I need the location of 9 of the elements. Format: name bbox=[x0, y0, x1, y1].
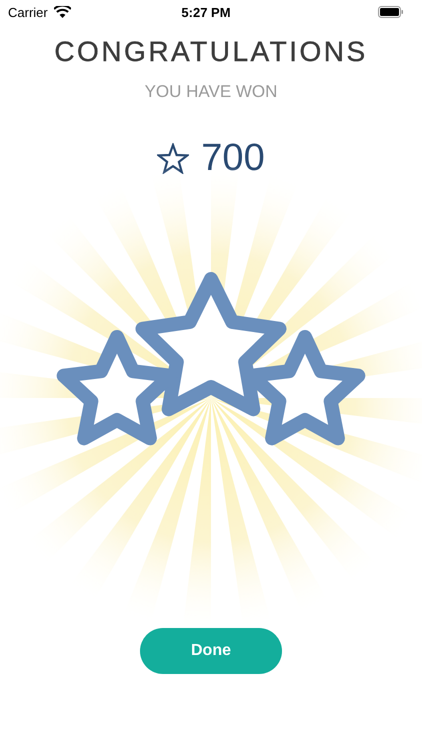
reward-amount: 700 bbox=[201, 136, 265, 180]
wifi-icon bbox=[54, 6, 71, 18]
star-icon bbox=[157, 142, 190, 174]
congratulations-title: CONGRATULATIONS bbox=[54, 36, 368, 68]
done-button[interactable]: Done bbox=[140, 628, 282, 674]
status-time: 5:27 PM bbox=[181, 4, 231, 20]
battery-icon bbox=[378, 6, 404, 18]
carrier-name: Carrier bbox=[8, 4, 48, 20]
subtitle: YOU HAVE WON bbox=[144, 82, 278, 102]
